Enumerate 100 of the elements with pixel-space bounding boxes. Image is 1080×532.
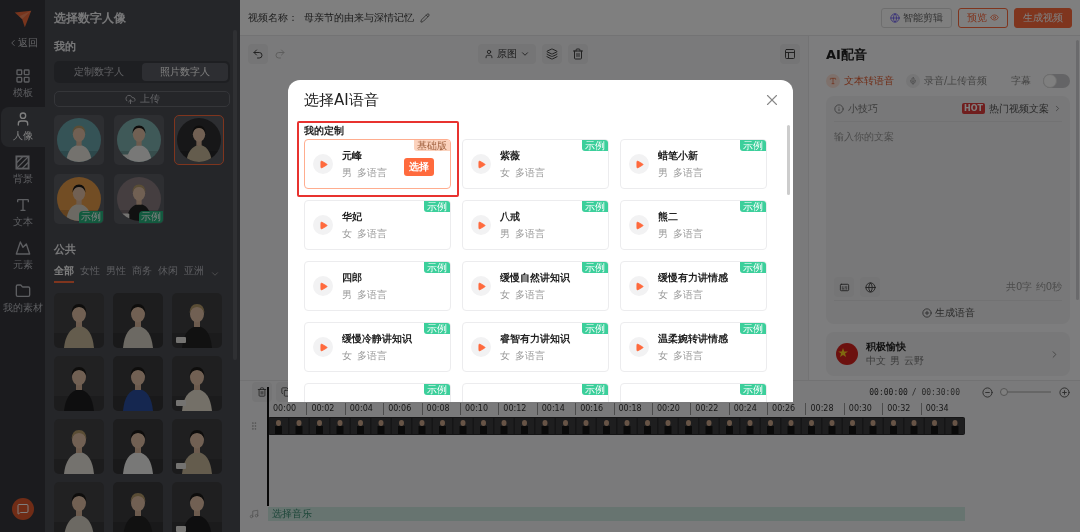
- delete-button[interactable]: [568, 44, 588, 64]
- voice-card[interactable]: 缓慢自然讲知识 女 多语言 示例: [462, 261, 609, 311]
- voice-gender: 男: [500, 226, 510, 241]
- sample-tag: 示例: [424, 384, 450, 395]
- voice-card[interactable]: 睿智有力讲知识 女 多语言 示例: [462, 322, 609, 372]
- nav-item[interactable]: 元素: [2, 236, 43, 276]
- edition-tag: 基础版: [414, 140, 450, 151]
- avatar-tile[interactable]: [174, 115, 224, 165]
- voice-card[interactable]: 华妃 女 多语言 示例: [304, 200, 451, 250]
- subtitle-toggle[interactable]: [1043, 74, 1070, 88]
- play-button[interactable]: [313, 154, 333, 174]
- mountain-icon: [14, 240, 31, 256]
- voice-card[interactable]: 蜡笔小新 男 多语言 示例: [620, 139, 767, 189]
- voice-card[interactable]: 示例: [462, 383, 609, 402]
- hot-scripts-link[interactable]: 热门视频文案: [989, 101, 1049, 116]
- play-button[interactable]: [629, 215, 649, 235]
- view-dropdown[interactable]: 原图: [478, 44, 536, 64]
- back-link[interactable]: 返回: [7, 36, 38, 50]
- play-button[interactable]: [629, 337, 649, 357]
- info-icon: [834, 103, 844, 114]
- layers-button[interactable]: [542, 44, 562, 64]
- play-icon: [318, 220, 328, 230]
- voice-name: 八戒: [500, 209, 521, 224]
- ruler-label: 00:32: [882, 403, 921, 415]
- undo-button[interactable]: [248, 44, 268, 64]
- section-heading: 公共: [54, 242, 77, 257]
- avatar-tile[interactable]: 示例: [114, 174, 164, 224]
- voice-language: 多语言: [357, 165, 387, 180]
- toolbar-button[interactable]: 预览: [958, 7, 1008, 28]
- voice-gender: 女: [500, 165, 510, 180]
- voice-language: 多语言: [357, 226, 387, 241]
- play-icon: [634, 281, 644, 291]
- generate-voice-button[interactable]: 生成语音: [834, 300, 1062, 324]
- ruler-label: 00:12: [498, 403, 537, 415]
- avatar-tile[interactable]: [54, 115, 104, 165]
- voice-language: 多语言: [515, 226, 545, 241]
- copy-icon: [281, 387, 291, 397]
- trash-icon: [572, 48, 584, 60]
- ruler-label: 00:24: [728, 403, 768, 415]
- voice-card[interactable]: 缓慢冷静讲知识 女 多语言 示例: [304, 322, 451, 372]
- voice-card[interactable]: 示例: [620, 383, 767, 402]
- letter-t-icon: [14, 197, 31, 213]
- play-button[interactable]: [471, 337, 491, 357]
- sample-tag: 示例: [424, 323, 450, 334]
- ruler-label: 00:02: [306, 403, 345, 415]
- ruler-label: 00:20: [651, 403, 691, 415]
- scrollbar[interactable]: [787, 125, 790, 195]
- voice-card[interactable]: 紫薇 女 多语言 示例: [462, 139, 609, 189]
- voice-card[interactable]: 四郎 男 多语言 示例: [304, 261, 451, 311]
- upload-icon: [124, 93, 136, 105]
- chat-button[interactable]: [11, 498, 34, 520]
- sample-tag: 示例: [582, 384, 608, 395]
- avatar-tile[interactable]: 示例: [54, 174, 104, 224]
- nav-item[interactable]: 文本: [2, 193, 43, 233]
- music-note-icon: [249, 509, 259, 519]
- play-button[interactable]: [629, 154, 649, 174]
- zoom-out-icon[interactable]: [982, 386, 993, 398]
- ruler-label: 00:04: [344, 403, 384, 415]
- music-track[interactable]: 选择音乐: [268, 507, 965, 521]
- chevron-right-icon: [1053, 104, 1062, 113]
- voice-card[interactable]: 熊二 男 多语言 示例: [620, 200, 767, 250]
- toolbar-button[interactable]: 生成视频: [1014, 7, 1072, 28]
- panels-icon: [784, 48, 796, 60]
- play-button[interactable]: [471, 215, 491, 235]
- ruler-label: 00:34: [920, 403, 960, 415]
- play-button[interactable]: [313, 276, 333, 296]
- voice-gender: 女: [500, 348, 510, 363]
- avatar-tile[interactable]: [114, 115, 164, 165]
- layout-button[interactable]: [780, 44, 800, 64]
- delete-button[interactable]: [252, 382, 272, 402]
- play-button[interactable]: [313, 337, 333, 357]
- zoom-in-icon[interactable]: [1059, 386, 1070, 398]
- play-button[interactable]: [629, 276, 649, 296]
- voice-card[interactable]: 温柔婉转讲情感 女 多语言 示例: [620, 322, 767, 372]
- trash-icon: [257, 387, 267, 397]
- play-button[interactable]: [471, 276, 491, 296]
- voice-card[interactable]: 示例: [304, 383, 451, 402]
- voice-language: 多语言: [673, 165, 703, 180]
- voice-gender: 女: [658, 348, 668, 363]
- redo-icon[interactable]: [274, 48, 286, 60]
- grip-icon[interactable]: [249, 421, 259, 431]
- voice-card[interactable]: 八戒 男 多语言 示例: [462, 200, 609, 250]
- voice-name: 缓慢有力讲情感: [658, 270, 729, 285]
- slider-thumb[interactable]: [999, 388, 1008, 396]
- toolbar-button[interactable]: 智能剪辑: [881, 7, 952, 28]
- nav-item[interactable]: 人像: [1, 107, 45, 147]
- mode-tab[interactable]: 文本转语音: [826, 74, 894, 88]
- play-button[interactable]: [313, 215, 333, 235]
- voice-gender: 男: [658, 226, 668, 241]
- segment-tab[interactable]: 照片数字人: [142, 63, 228, 81]
- pencil-icon[interactable]: [420, 12, 430, 23]
- sample-tag: 示例: [424, 201, 450, 212]
- ruler-label: 00:10: [459, 403, 499, 415]
- sample-tag: 示例: [424, 262, 450, 273]
- voice-card[interactable]: 缓慢有力讲情感 女 多语言 示例: [620, 261, 767, 311]
- filter-tab[interactable]: 全部: [54, 264, 74, 283]
- voice-gender: 女: [342, 226, 352, 241]
- nav-item[interactable]: 我的素材: [2, 279, 43, 319]
- play-icon: [634, 220, 644, 230]
- play-button[interactable]: [471, 154, 491, 174]
